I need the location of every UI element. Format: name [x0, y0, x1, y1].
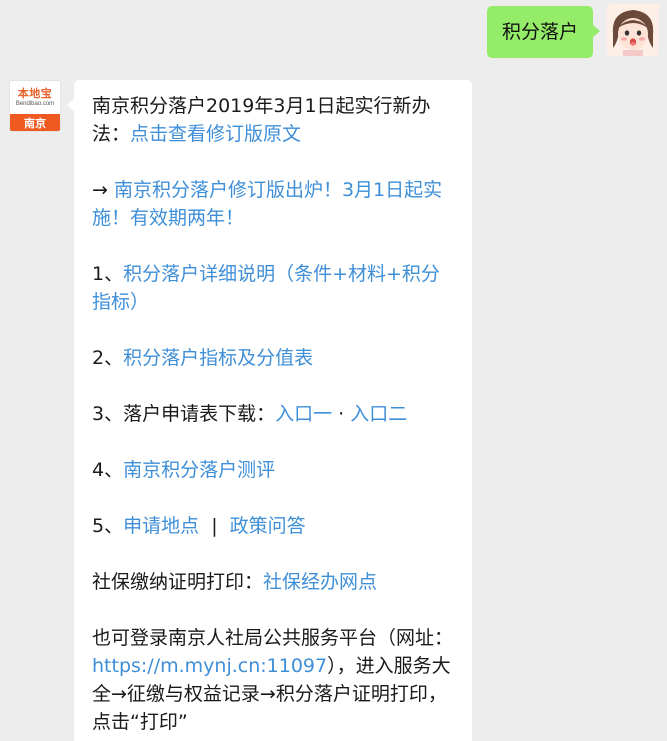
item-5: 5、申请地点 | 政策问答 — [92, 512, 454, 540]
logo-city-label: 南京 — [10, 114, 60, 131]
social-security-offices-link[interactable]: 社保经办网点 — [263, 571, 377, 593]
user-message-row: 积分落户 — [486, 4, 659, 58]
mynj-url-link[interactable]: https://m.mynj.cn:11097 — [92, 655, 327, 677]
item-4: 4、南京积分落户测评 — [92, 456, 454, 484]
online-print-paragraph: 也可登录南京人社局公共服务平台（网址： https://m.mynj.cn:110… — [92, 624, 454, 736]
item-5-prefix: 5、 — [92, 515, 124, 537]
item-3-separator: · — [332, 403, 351, 425]
logo-brand-en-text: Bendibao.com — [15, 101, 55, 107]
arrow-icon: → — [92, 179, 108, 201]
online-print-text-1: 也可登录南京人社局公共服务平台（网址： — [92, 627, 454, 649]
score-table-link[interactable]: 积分落户指标及分值表 — [123, 347, 313, 369]
social-security-paragraph: 社保缴纳证明打印：社保经办网点 — [92, 568, 454, 596]
item-1-prefix: 1、 — [92, 263, 124, 285]
intro-paragraph: 南京积分落户2019年3月1日起实行新办法：点击查看修订版原文 — [92, 92, 454, 148]
item-2: 2、积分落户指标及分值表 — [92, 344, 454, 372]
revised-news-link[interactable]: 南京积分落户修订版出炉！3月1日起实施！有效期两年！ — [92, 179, 442, 229]
application-location-link[interactable]: 申请地点 — [123, 515, 199, 537]
revised-original-link[interactable]: 点击查看修订版原文 — [130, 123, 301, 145]
assessment-link[interactable]: 南京积分落户测评 — [123, 459, 275, 481]
bendibao-logo: 本地宝 Bendibao.com — [10, 81, 60, 114]
item-4-prefix: 4、 — [92, 459, 124, 481]
item-1: 1、积分落户详细说明（条件+材料+积分指标） — [92, 260, 454, 316]
user-avatar[interactable] — [607, 4, 659, 56]
entry-one-link[interactable]: 入口一 — [275, 403, 332, 425]
bendibao-avatar[interactable]: 本地宝 Bendibao.com 南京 — [9, 80, 61, 132]
item-2-prefix: 2、 — [92, 347, 124, 369]
policy-qa-link[interactable]: 政策问答 — [230, 515, 306, 537]
user-message-bubble[interactable]: 积分落户 — [486, 6, 601, 58]
item-3: 3、落户申请表下载：入口一 · 入口二 — [92, 400, 454, 428]
logo-brand-text: 本地宝 — [17, 87, 53, 100]
item-5-separator: | — [199, 515, 230, 537]
bot-message-bubble: 南京积分落户2019年3月1日起实行新办法：点击查看修订版原文 → 南京积分落户… — [67, 80, 472, 741]
cartoon-girl-avatar-icon — [607, 4, 659, 56]
item-3-prefix: 3、落户申请表下载： — [92, 403, 276, 425]
detailed-explanation-link[interactable]: 积分落户详细说明（条件+材料+积分指标） — [92, 263, 440, 313]
social-security-prefix: 社保缴纳证明打印： — [92, 571, 264, 593]
news-paragraph: → 南京积分落户修订版出炉！3月1日起实施！有效期两年！ — [92, 176, 454, 232]
entry-two-link[interactable]: 入口二 — [350, 403, 407, 425]
